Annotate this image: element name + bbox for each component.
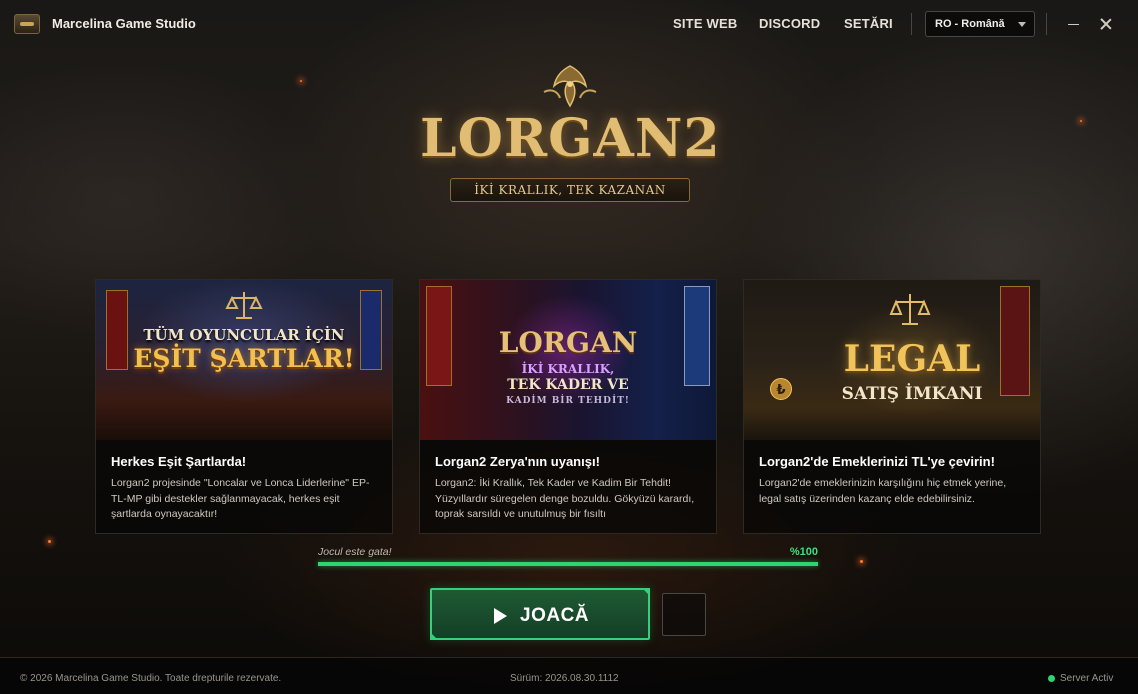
card-image: LORGAN İKİ KRALLIK, TEK KADER VE KADİM B… [420, 280, 716, 440]
footer: © 2026 Marcelina Game Studio. Toate drep… [0, 657, 1138, 694]
server-status-dot-icon [1048, 675, 1055, 682]
secondary-button[interactable] [662, 593, 706, 636]
server-status-text: Server Activ [1060, 673, 1114, 684]
nav-discord[interactable]: DISCORD [759, 16, 820, 31]
banner-flag [360, 290, 382, 370]
dragon-emblem-icon [543, 65, 597, 108]
card-image-headline: EŞİT ŞARTLAR! [133, 344, 355, 373]
lira-coin-icon: ₺ [770, 378, 792, 400]
title-bar: Marcelina Game Studio SITE WEB DISCORD S… [0, 0, 1138, 48]
logo-title: LORGAN2 [420, 108, 721, 169]
news-card[interactable]: LEGAL SATIŞ İMKANI ₺ Lorgan2'de Emekleri… [743, 279, 1041, 534]
card-title: Herkes Eşit Şartlarda! [111, 454, 247, 469]
chevron-down-icon [1018, 22, 1026, 27]
card-image-headline: İKİ KRALLIK, [521, 362, 615, 376]
banner-flag [1000, 286, 1030, 396]
ember-particle [48, 540, 51, 543]
card-title: Lorgan2 Zerya'nın uyanışı! [435, 454, 600, 469]
divider [911, 13, 912, 35]
progress-bar [318, 562, 818, 566]
play-button[interactable]: JOACĂ [430, 588, 650, 640]
card-text: Lorgan2'de emeklerinizin karşılığını hiç… [759, 477, 1007, 505]
divider [1046, 13, 1047, 35]
app-name: Marcelina Game Studio [52, 16, 196, 31]
card-image: TÜM OYUNCULAR İÇİN EŞİT ŞARTLAR! [96, 280, 392, 440]
close-icon[interactable] [1096, 14, 1116, 34]
button-corner [430, 632, 438, 640]
news-card[interactable]: TÜM OYUNCULAR İÇİN EŞİT ŞARTLAR! Herkes … [95, 279, 393, 534]
copyright-text: © 2026 Marcelina Game Studio. Toate drep… [20, 673, 282, 684]
ember-particle [300, 80, 302, 82]
scales-icon [889, 294, 931, 325]
card-text: Lorgan2: İki Krallık, Tek Kader ve Kadim… [435, 477, 695, 520]
card-image-headline: TÜM OYUNCULAR İÇİN [143, 326, 345, 344]
nav-site-web[interactable]: SITE WEB [673, 16, 737, 31]
progress-fill [318, 562, 818, 566]
nav-settings[interactable]: SETĂRI [844, 16, 893, 31]
play-label: JOACĂ [520, 605, 590, 626]
scales-icon [225, 292, 263, 319]
card-image-headline: TEK KADER VE [507, 377, 629, 393]
ember-particle [1080, 120, 1082, 122]
logo-subtitle: İKİ KRALLIK, TEK KAZANAN [474, 183, 666, 197]
news-card[interactable]: LORGAN İKİ KRALLIK, TEK KADER VE KADİM B… [419, 279, 717, 534]
card-image-headline: LORGAN [498, 326, 638, 359]
progress-status: Jocul este gata! [318, 546, 392, 558]
card-title: Lorgan2'de Emeklerinizi TL'ye çevirin! [759, 454, 995, 469]
ember-particle [860, 560, 863, 563]
card-image-headline: KADİM BİR TEHDİT! [506, 396, 630, 406]
progress-percent: %100 [789, 546, 818, 558]
card-text: Lorgan2 projesinde "Loncalar ve Lonca Li… [111, 477, 370, 520]
minimize-icon[interactable] [1064, 14, 1084, 34]
language-select-value: RO - Română [935, 18, 1005, 30]
game-logo: LORGAN2 İKİ KRALLIK, TEK KAZANAN [420, 60, 720, 210]
app-logo-icon [14, 14, 40, 34]
version-text: Sürüm: 2026.08.30.1112 [510, 673, 619, 684]
language-select[interactable]: RO - Română [925, 11, 1035, 37]
play-icon [494, 608, 507, 624]
banner-flag [106, 290, 128, 370]
button-corner [642, 588, 650, 596]
card-image: LEGAL SATIŞ İMKANI ₺ [744, 280, 1040, 440]
